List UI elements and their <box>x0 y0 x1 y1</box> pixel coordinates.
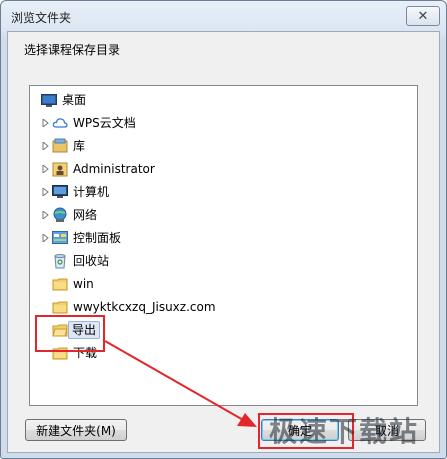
annotation-arrow <box>104 340 257 427</box>
browse-folder-dialog: 浏览文件夹 ✕ 选择课程保存目录 桌面 WPS云文档 库 Administrat… <box>0 0 447 459</box>
